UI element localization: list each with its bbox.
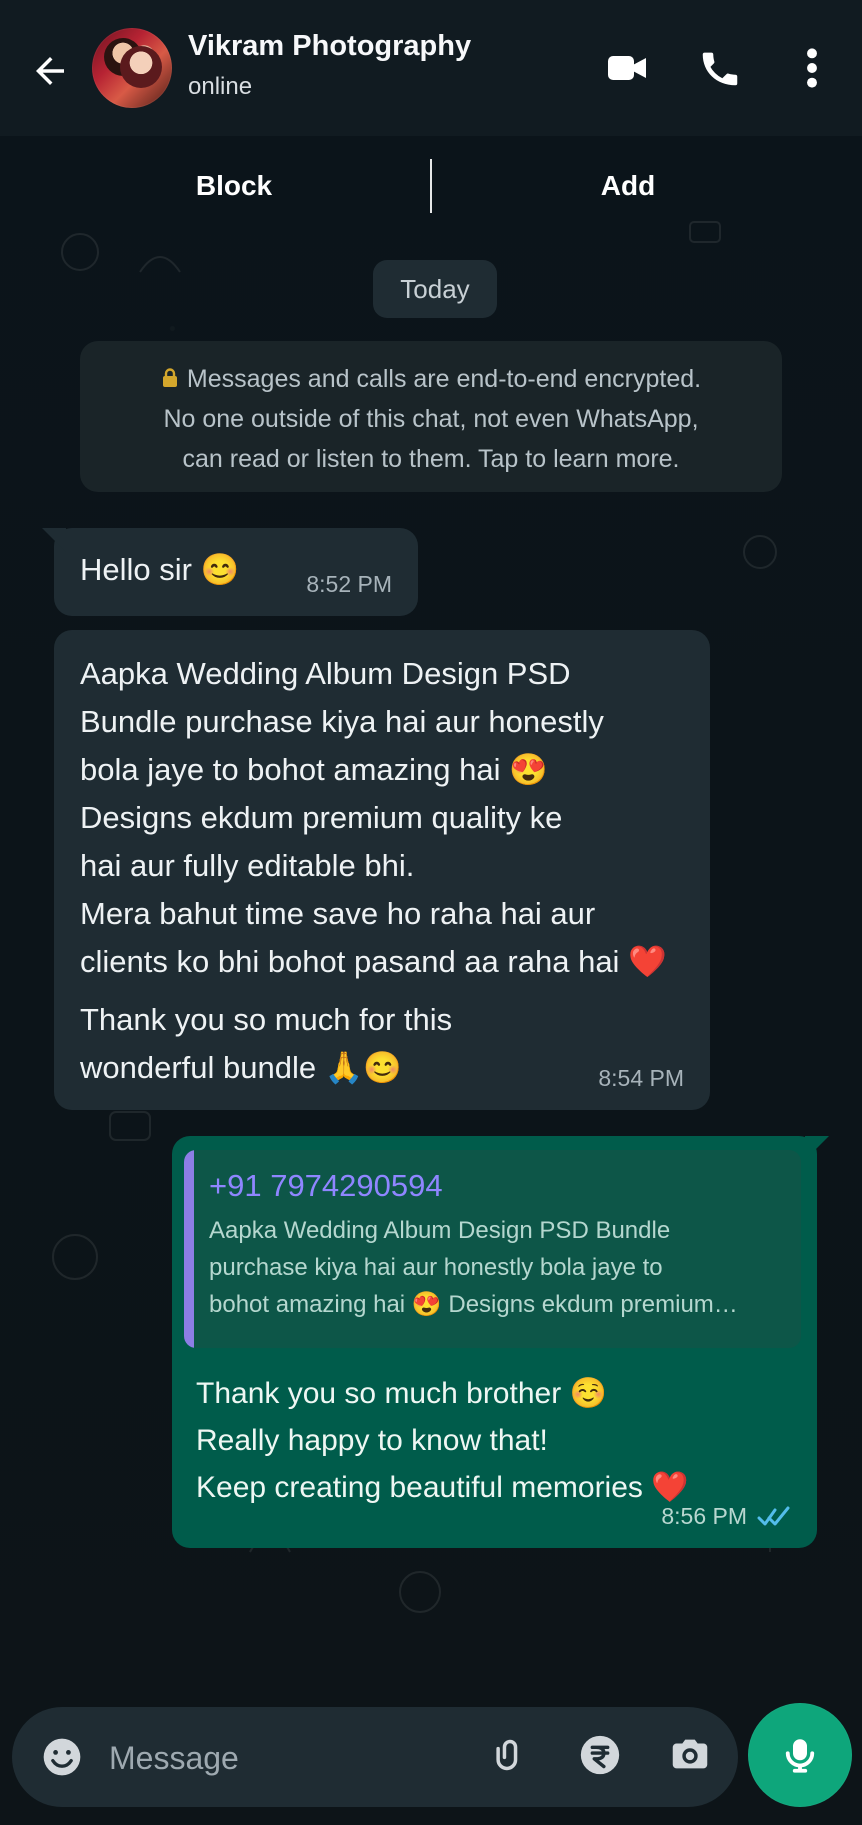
contact-actions-bar: Block Add <box>0 136 862 236</box>
date-separator: Today <box>373 260 497 318</box>
quoted-message[interactable]: +91 7974290594 Aapka Wedding Album Desig… <box>184 1150 801 1348</box>
incoming-message[interactable]: Aapka Wedding Album Design PSD Bundle pu… <box>54 630 710 1110</box>
header-actions <box>602 42 838 94</box>
double-check-icon <box>757 1506 790 1525</box>
add-label: Add <box>600 170 656 201</box>
contact-name: Vikram Photography <box>188 30 472 62</box>
more-options-button[interactable] <box>786 42 838 94</box>
contact-avatar[interactable] <box>92 28 172 108</box>
message-text: Aapka Wedding Album Design PSD Bundle pu… <box>80 656 667 979</box>
more-vertical-icon <box>807 48 817 88</box>
date-label: Today <box>400 273 470 304</box>
message-input[interactable] <box>107 1725 471 1791</box>
message-time: 8:52 PM <box>306 571 392 597</box>
encryption-line-1: Messages and calls are end-to-end encryp… <box>108 359 754 399</box>
chat-header: Vikram Photography online <box>0 0 862 136</box>
message-time: 8:54 PM <box>598 1065 684 1091</box>
message-paragraph-gap <box>80 986 688 996</box>
message-text-secondary: Thank you so much for this wonderful bun… <box>80 1002 453 1085</box>
encryption-text-line-1: Messages and calls are end-to-end encryp… <box>186 365 702 393</box>
video-call-button[interactable] <box>602 42 654 94</box>
encryption-line-3: can read or listen to them. Tap to learn… <box>182 445 680 473</box>
arrow-left-icon <box>36 57 64 85</box>
microphone-icon <box>785 1739 815 1773</box>
back-button[interactable] <box>26 47 74 95</box>
phone-icon <box>702 52 738 86</box>
voice-message-button[interactable] <box>748 1703 852 1807</box>
add-contact-button[interactable]: Add <box>433 170 823 202</box>
emoji-button[interactable] <box>36 1731 88 1783</box>
message-composer <box>12 1707 738 1807</box>
block-label: Block <box>195 170 273 201</box>
composer-tools <box>482 1727 718 1783</box>
quoted-text: Aapka Wedding Album Design PSD Bundle pu… <box>209 1217 738 1318</box>
outgoing-message[interactable]: +91 7974290594 Aapka Wedding Album Desig… <box>172 1136 829 1548</box>
incoming-message[interactable]: Hello sir 😊 8:52 PM <box>42 528 418 616</box>
rupee-icon <box>580 1735 620 1775</box>
camera-icon <box>672 1739 708 1769</box>
payment-button[interactable] <box>572 1727 628 1783</box>
message-meta: 8:56 PM <box>661 1503 793 1530</box>
outgoing-bubble-tail <box>805 1136 829 1160</box>
block-button[interactable]: Block <box>39 170 429 202</box>
contact-status: online <box>188 73 253 101</box>
lock-icon <box>162 368 177 387</box>
video-camera-icon <box>608 56 646 80</box>
message-time: 8:56 PM <box>661 1503 747 1529</box>
quoted-sender: +91 7974290594 <box>209 1168 443 1203</box>
encryption-line-2: No one outside of this chat, not even Wh… <box>163 405 699 433</box>
camera-button[interactable] <box>662 1727 718 1783</box>
emoji-icon <box>43 1738 81 1776</box>
actions-divider <box>430 159 432 213</box>
contact-info[interactable]: Vikram Photography online <box>188 30 471 101</box>
voice-call-button[interactable] <box>694 42 746 94</box>
incoming-bubble-tail <box>42 528 66 552</box>
encryption-notice[interactable]: Messages and calls are end-to-end encryp… <box>80 341 782 492</box>
attach-button[interactable] <box>482 1727 538 1783</box>
chat-screen: Vikram Photography online Block Add Toda… <box>0 0 862 1825</box>
paperclip-icon <box>496 1739 518 1771</box>
message-text: Thank you so much brother ☺️ Really happ… <box>196 1377 689 1504</box>
